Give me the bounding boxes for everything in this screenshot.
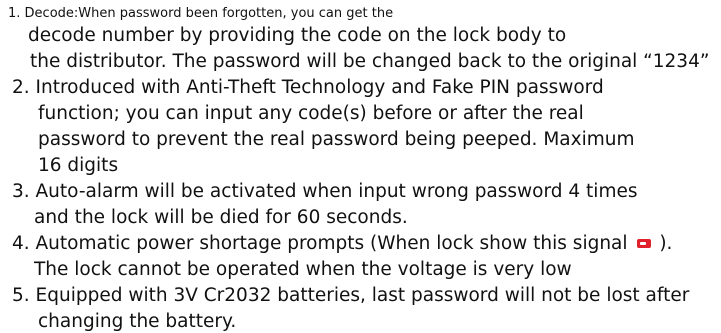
- item-1-line-2: decode number by providing the code on t…: [28, 25, 567, 46]
- item-5-line-2: changing the battery.: [38, 311, 237, 332]
- item-4-line-1: 4. Automatic power shortage prompts (Whe…: [12, 233, 673, 254]
- item-1-line-1: 1. Decode:When password been forgotten, …: [8, 6, 394, 21]
- item-2-line-4: 16 digits: [38, 155, 119, 176]
- item-2-line-2: function; you can input any code(s) befo…: [38, 103, 584, 124]
- item-2-line-1: 2. Introduced with Anti-Theft Technology…: [12, 77, 604, 98]
- item-3-line-2: and the lock will be died for 60 seconds…: [34, 207, 408, 228]
- item-2-line-3: password to prevent the real password be…: [38, 129, 635, 150]
- item-3-line-1: 3. Auto-alarm will be activated when inp…: [12, 181, 638, 202]
- item-4-line-2: The lock cannot be operated when the vol…: [34, 259, 572, 280]
- low-battery-icon: [637, 239, 652, 248]
- item-4-line-1-end: ).: [659, 233, 673, 254]
- item-5-line-1: 5. Equipped with 3V Cr2032 batteries, la…: [12, 285, 690, 306]
- item-4-line-1-text: 4. Automatic power shortage prompts (Whe…: [12, 233, 628, 254]
- item-1-line-3: the distributor. The password will be ch…: [30, 51, 710, 72]
